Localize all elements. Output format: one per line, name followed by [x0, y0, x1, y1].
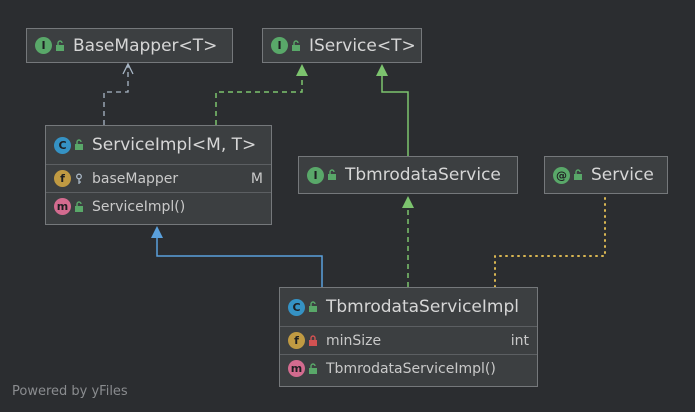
- method-row[interactable]: m TbmrodataServiceImpl(): [280, 354, 537, 382]
- interface-icon: I: [307, 166, 324, 184]
- public-visibility-icon: [75, 139, 83, 150]
- class-icon: C: [288, 298, 305, 316]
- edge-tbmrodataservice-iservice: [376, 64, 409, 156]
- edge-impl-serviceimpl: [151, 226, 323, 287]
- annotation-icon: @: [553, 166, 570, 184]
- method-icon: m: [288, 360, 305, 377]
- edge-serviceimpl-iservice: [215, 64, 308, 125]
- edge-serviceimpl-basemapper: [103, 62, 134, 125]
- node-serviceimpl[interactable]: C ServiceImpl<M, T> f baseMapper M m Ser…: [45, 125, 272, 225]
- public-visibility-icon: [56, 39, 64, 51]
- public-visibility-icon: [309, 362, 317, 374]
- interface-icon: I: [35, 37, 52, 54]
- public-visibility-icon: [328, 169, 336, 180]
- node-title: TbmrodataService: [345, 165, 501, 185]
- method-row[interactable]: m ServiceImpl(): [46, 192, 271, 220]
- node-tbmrodataservice[interactable]: I TbmrodataService: [298, 156, 518, 194]
- field-name: baseMapper: [92, 170, 179, 187]
- node-iservice[interactable]: I IService<T>: [262, 28, 422, 63]
- field-type: M: [250, 170, 263, 187]
- public-visibility-icon: [574, 169, 582, 180]
- powered-by-footer: Powered by yFiles: [12, 384, 128, 399]
- node-basemapper[interactable]: I BaseMapper<T>: [26, 28, 233, 63]
- node-service-annotation[interactable]: @ Service: [544, 156, 668, 194]
- field-row[interactable]: f minSize int: [280, 326, 537, 354]
- public-visibility-icon: [292, 39, 300, 51]
- node-title: TbmrodataServiceImpl: [326, 297, 519, 317]
- field-name: minSize: [326, 332, 382, 349]
- method-icon: m: [54, 198, 71, 215]
- private-visibility-icon: [309, 334, 317, 346]
- public-visibility-icon: [309, 301, 317, 312]
- node-title: IService<T>: [309, 35, 416, 56]
- node-title: BaseMapper<T>: [73, 35, 218, 56]
- method-name: ServiceImpl(): [92, 198, 186, 215]
- field-row[interactable]: f baseMapper M: [46, 164, 271, 192]
- field-icon: f: [54, 170, 71, 187]
- node-title: Service: [591, 165, 654, 185]
- edge-impl-tbmrodataservice: [402, 196, 414, 287]
- node-tbmrodataserviceimpl[interactable]: C TbmrodataServiceImpl f minSize int m T…: [279, 287, 538, 387]
- method-name: TbmrodataServiceImpl(): [326, 360, 496, 377]
- field-icon: f: [288, 332, 305, 349]
- edge-impl-service-annotation: [494, 195, 606, 288]
- interface-icon: I: [271, 37, 288, 54]
- field-type: int: [510, 332, 529, 349]
- class-icon: C: [54, 136, 71, 154]
- public-visibility-icon: [75, 200, 83, 212]
- node-title: ServiceImpl<M, T>: [92, 135, 257, 155]
- key-visibility-icon: [76, 173, 82, 184]
